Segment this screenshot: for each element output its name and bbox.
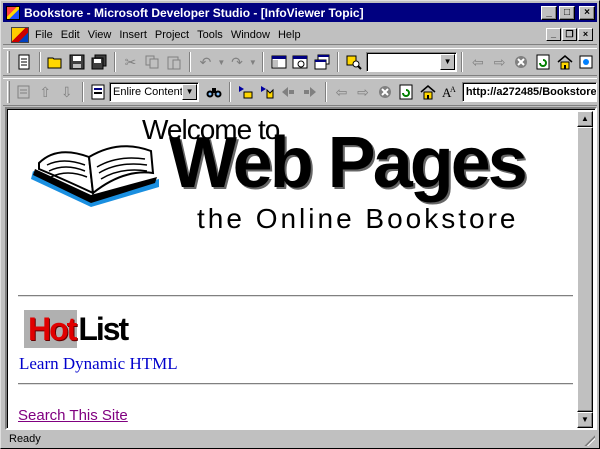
chevron-down-icon[interactable]: ▼ xyxy=(182,84,198,100)
infoviewer-toolbar: ⇧ ⇩ Enlire Contents ▼ ⇦ ⇨ A A http://a27… xyxy=(3,78,597,106)
minimize-button[interactable]: _ xyxy=(541,5,557,20)
toolbar-grip[interactable] xyxy=(7,51,10,73)
mdi-controls: _ ❐ × xyxy=(546,28,593,41)
forward-arrow-icon[interactable]: ⇨ xyxy=(352,81,374,103)
workspace-icon[interactable] xyxy=(268,51,290,73)
horizontal-rule xyxy=(18,295,573,297)
vertical-scrollbar[interactable]: ▲ ▼ xyxy=(577,111,593,428)
menu-edit[interactable]: Edit xyxy=(57,29,84,41)
close-button[interactable]: × xyxy=(579,5,595,20)
toolbar-separator xyxy=(228,82,231,102)
contents-select[interactable]: Enlire Contents ▼ xyxy=(109,82,200,102)
contents-select-value: Enlire Contents xyxy=(113,86,189,98)
menu-insert[interactable]: Insert xyxy=(115,29,151,41)
search-binoculars-icon[interactable] xyxy=(203,81,225,103)
font-size-icon[interactable]: AA xyxy=(438,81,460,103)
open-url-icon[interactable] xyxy=(575,51,597,73)
status-bar: Ready xyxy=(3,431,597,447)
scroll-down-button[interactable]: ▼ xyxy=(577,412,593,428)
mdi-close-button[interactable]: × xyxy=(578,28,593,41)
window-list-icon[interactable] xyxy=(311,51,333,73)
menu-bar: File Edit View Insert Project Tools Wind… xyxy=(3,25,597,45)
toolbar-separator xyxy=(324,82,327,102)
scroll-thumb[interactable] xyxy=(577,127,593,412)
window-title: Bookstore - Microsoft Developer Studio -… xyxy=(24,5,364,20)
list-text: List xyxy=(78,310,129,347)
next-result-icon[interactable] xyxy=(299,81,321,103)
refresh-icon[interactable] xyxy=(532,51,554,73)
stop-icon[interactable] xyxy=(374,81,396,103)
copy-icon[interactable] xyxy=(141,51,163,73)
menu-file[interactable]: File xyxy=(31,29,57,41)
previous-topic-icon[interactable]: ⇧ xyxy=(35,81,57,103)
hot-list-heading: Hot List xyxy=(24,309,129,349)
forward-arrow-icon[interactable]: ⇨ xyxy=(489,51,511,73)
paste-icon[interactable] xyxy=(163,51,185,73)
toolbar-separator xyxy=(336,52,339,72)
toolbar-separator xyxy=(461,52,464,72)
search-site-link[interactable]: Search This Site xyxy=(18,407,128,424)
cut-icon[interactable]: ✂ xyxy=(120,51,142,73)
resize-grip[interactable] xyxy=(583,434,595,446)
save-all-icon[interactable] xyxy=(88,51,110,73)
toolbar-separator xyxy=(113,52,116,72)
menu-tools[interactable]: Tools xyxy=(193,29,227,41)
contents-icon[interactable] xyxy=(88,81,110,103)
svg-text:A: A xyxy=(450,85,456,94)
find-combo[interactable]: ▼ xyxy=(366,52,458,72)
undo-icon[interactable]: ↶ xyxy=(195,51,217,73)
web-page[interactable]: Welcome to Web Pages the Online Bookstor… xyxy=(9,111,580,428)
chevron-down-icon[interactable]: ▼ xyxy=(440,54,456,70)
page-subtitle: the Online Bookstore xyxy=(197,203,519,234)
page-heading: Web Pages xyxy=(169,123,528,203)
sync-contents-icon[interactable] xyxy=(13,81,35,103)
app-window: Bookstore - Microsoft Developer Studio -… xyxy=(0,0,600,449)
output-icon[interactable] xyxy=(289,51,311,73)
status-text: Ready xyxy=(9,433,41,445)
horizontal-rule xyxy=(18,383,573,385)
content-frame: Welcome to Web Pages the Online Bookstor… xyxy=(5,107,597,430)
url-field[interactable]: http://a272485/Bookstore xyxy=(461,82,597,102)
window-controls: _ □ × xyxy=(541,5,595,20)
home-icon[interactable] xyxy=(417,81,439,103)
toolbar-separator xyxy=(38,52,41,72)
toolbar-separator xyxy=(81,82,84,102)
query-results-icon[interactable] xyxy=(235,81,257,103)
next-topic-icon[interactable]: ⇩ xyxy=(56,81,78,103)
redo-icon[interactable]: ↷ xyxy=(226,51,248,73)
toolbar-separator xyxy=(188,52,191,72)
hot-text: Hot xyxy=(24,310,77,348)
home-icon[interactable] xyxy=(554,51,576,73)
open-folder-icon[interactable] xyxy=(45,51,67,73)
learn-dhtml-link[interactable]: Learn Dynamic HTML xyxy=(19,354,178,374)
app-icon[interactable] xyxy=(6,5,20,20)
document-menu-icon[interactable] xyxy=(11,26,29,43)
menu-project[interactable]: Project xyxy=(151,29,193,41)
save-icon[interactable] xyxy=(66,51,88,73)
bookmark-icon[interactable] xyxy=(256,81,278,103)
toolbar-grip[interactable] xyxy=(7,81,10,103)
back-arrow-icon[interactable]: ⇦ xyxy=(331,81,353,103)
maximize-button[interactable]: □ xyxy=(559,5,575,20)
stop-icon[interactable] xyxy=(510,51,532,73)
title-bar[interactable]: Bookstore - Microsoft Developer Studio -… xyxy=(3,3,597,22)
previous-result-icon[interactable] xyxy=(278,81,300,103)
new-text-file-icon[interactable] xyxy=(13,51,35,73)
back-arrow-icon[interactable]: ⇦ xyxy=(467,51,489,73)
scroll-up-button[interactable]: ▲ xyxy=(577,111,593,127)
find-in-files-icon[interactable] xyxy=(343,51,365,73)
toolbar-separator xyxy=(261,52,264,72)
menu-view[interactable]: View xyxy=(84,29,116,41)
undo-dropdown-icon[interactable]: ▼ xyxy=(216,51,226,73)
redo-dropdown-icon[interactable]: ▼ xyxy=(248,51,258,73)
menu-help[interactable]: Help xyxy=(274,29,305,41)
standard-toolbar: ✂ ↶ ▼ ↷ ▼ ▼ ⇦ ⇨ xyxy=(3,48,597,76)
refresh-icon[interactable] xyxy=(395,81,417,103)
mdi-minimize-button[interactable]: _ xyxy=(546,28,561,41)
menu-window[interactable]: Window xyxy=(227,29,274,41)
mdi-restore-button[interactable]: ❐ xyxy=(562,28,577,41)
